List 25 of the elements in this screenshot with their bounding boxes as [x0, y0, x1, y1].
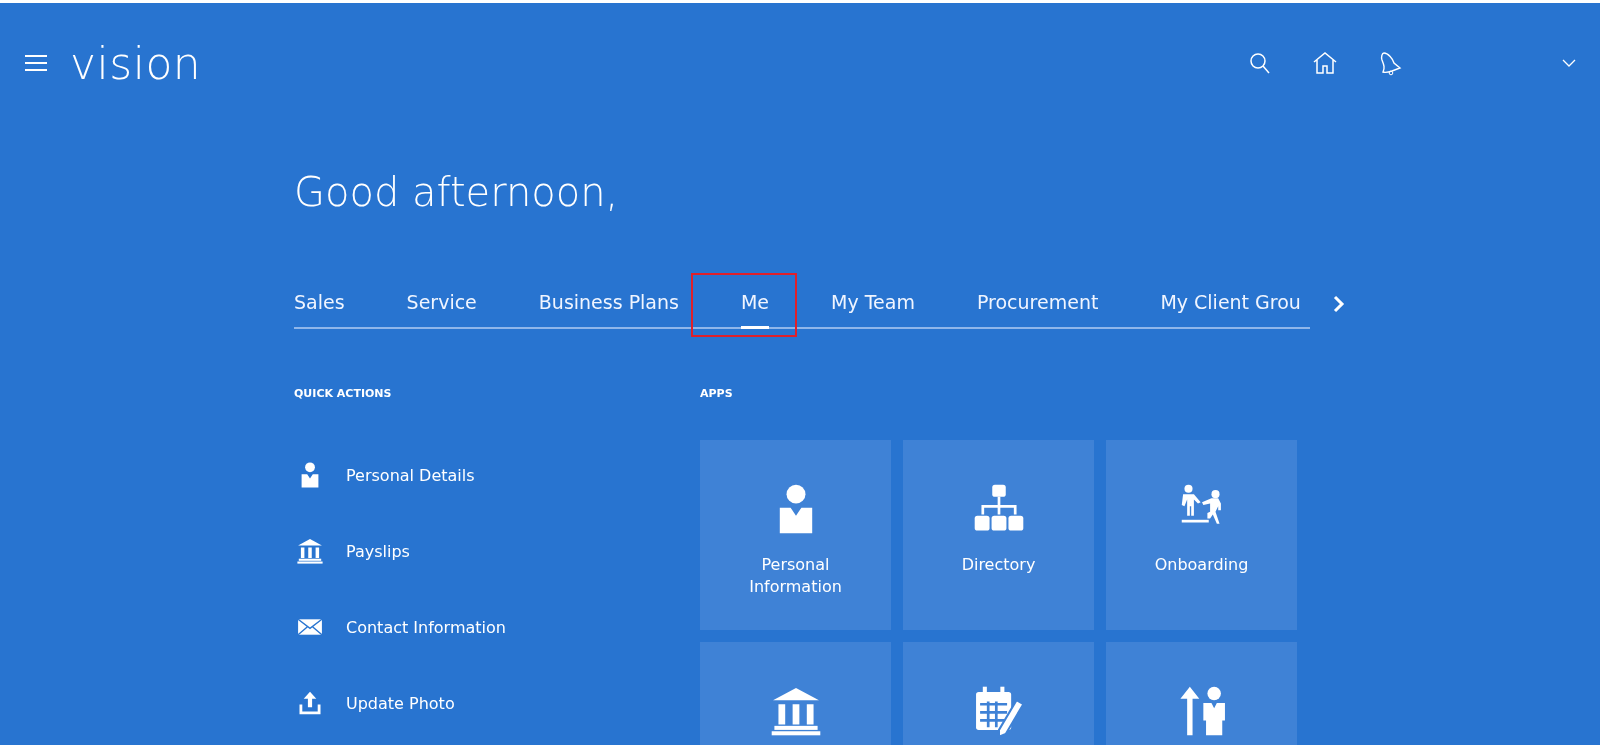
search-icon[interactable]	[1248, 51, 1272, 75]
quick-action-link[interactable]: Update Photo	[346, 693, 455, 713]
quick-action-link[interactable]: Payslips	[346, 541, 410, 561]
logo: vision	[70, 37, 202, 89]
home-icon[interactable]	[1312, 51, 1338, 75]
bell-icon[interactable]	[1378, 50, 1404, 76]
tab[interactable]: My Client Grou	[1160, 279, 1301, 329]
menu-icon[interactable]	[24, 54, 48, 72]
chevron-right-icon[interactable]	[1332, 294, 1346, 314]
app-tile[interactable]: Directory	[903, 440, 1094, 630]
section-heading: APPS	[700, 387, 734, 400]
chevron-down-icon[interactable]	[1562, 58, 1576, 68]
tab[interactable]: Sales	[294, 279, 345, 329]
tab[interactable]: My Team	[831, 279, 915, 329]
app-tile[interactable]: Onboarding	[1106, 440, 1297, 630]
quick-action-link[interactable]: Personal Details	[346, 465, 475, 485]
section-heading: QUICK ACTIONS	[294, 387, 393, 400]
tab[interactable]: Business Plans	[538, 279, 679, 329]
tab[interactable]: Procurement	[976, 279, 1099, 329]
greeting: Good afternoon,	[294, 169, 620, 215]
quick-action-link[interactable]: Contact Information	[346, 617, 506, 637]
bank-icon	[296, 537, 324, 565]
tab[interactable]: Me	[740, 279, 770, 329]
tab[interactable]: Service	[406, 279, 477, 329]
app-tile[interactable]: Personal Information	[700, 440, 891, 630]
